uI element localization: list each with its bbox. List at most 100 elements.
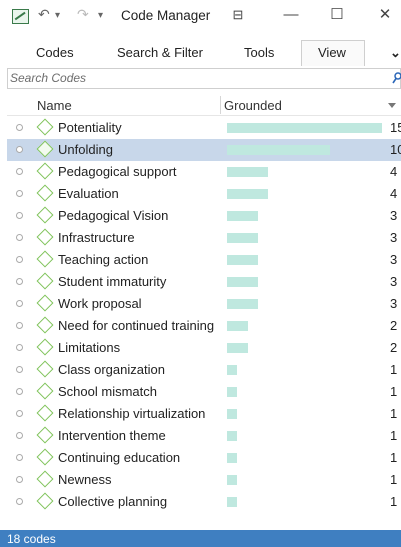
table-row[interactable]: Evaluation 4 bbox=[7, 183, 401, 205]
grounded-count: 1 bbox=[390, 384, 398, 399]
code-diamond-icon bbox=[36, 338, 54, 356]
grounded-bar bbox=[227, 475, 237, 485]
grounded-bar bbox=[227, 321, 248, 331]
row-bullet-icon bbox=[16, 476, 23, 483]
row-bullet-icon bbox=[16, 146, 23, 153]
code-diamond-icon bbox=[36, 448, 54, 466]
tab-codes[interactable]: Codes bbox=[36, 43, 74, 63]
code-diamond-icon bbox=[36, 316, 54, 334]
more-tabs-icon[interactable]: ⌄ bbox=[390, 43, 401, 63]
table-row[interactable]: Need for continued training 2 bbox=[7, 315, 401, 337]
code-diamond-icon bbox=[36, 404, 54, 422]
table-row[interactable]: Work proposal 3 bbox=[7, 293, 401, 315]
undo-icon[interactable]: ↶ bbox=[38, 6, 50, 22]
tab-tools[interactable]: Tools bbox=[244, 43, 274, 63]
code-count: 18 codes bbox=[7, 532, 56, 546]
grounded-bar bbox=[227, 255, 258, 265]
table-row[interactable]: Pedagogical support 4 bbox=[7, 161, 401, 183]
search-icon[interactable] bbox=[392, 72, 401, 85]
code-name: Potentiality bbox=[58, 120, 122, 135]
grounded-count: 1 bbox=[390, 472, 398, 487]
table-row[interactable]: Newness 1 bbox=[7, 469, 401, 491]
grounded-bar bbox=[227, 387, 237, 397]
table-row[interactable]: Relationship virtualization 1 bbox=[7, 403, 401, 425]
close-button[interactable]: ✕ bbox=[374, 4, 396, 26]
pin-icon[interactable]: ⊟ bbox=[227, 4, 249, 26]
grounded-bar bbox=[227, 123, 382, 133]
row-bullet-icon bbox=[16, 322, 23, 329]
row-bullet-icon bbox=[16, 278, 23, 285]
grounded-count: 10 bbox=[390, 142, 401, 157]
table-row[interactable]: Intervention theme 1 bbox=[7, 425, 401, 447]
code-name: Work proposal bbox=[58, 296, 142, 311]
row-bullet-icon bbox=[16, 410, 23, 417]
code-name: Student immaturity bbox=[58, 274, 167, 289]
grounded-bar bbox=[227, 277, 258, 287]
window-title: Code Manager bbox=[121, 8, 211, 23]
title-bar: ↶ ▾ ↷ ▾ Code Manager ⊟ — ☐ ✕ bbox=[0, 0, 401, 30]
customize-toolbar-icon[interactable]: ▾ bbox=[98, 8, 103, 24]
maximize-button[interactable]: ☐ bbox=[326, 4, 348, 26]
grounded-bar bbox=[227, 365, 237, 375]
grounded-count: 3 bbox=[390, 274, 398, 289]
grounded-bar bbox=[227, 299, 258, 309]
grounded-count: 3 bbox=[390, 252, 398, 267]
table-row[interactable]: Potentiality 15 bbox=[7, 117, 401, 139]
tab-view[interactable]: View bbox=[318, 43, 346, 63]
code-name: Limitations bbox=[58, 340, 121, 355]
row-bullet-icon bbox=[16, 234, 23, 241]
table-row[interactable]: School mismatch 1 bbox=[7, 381, 401, 403]
grounded-count: 2 bbox=[390, 318, 398, 333]
undo-dropdown-icon[interactable]: ▾ bbox=[55, 8, 60, 24]
sort-descending-icon[interactable] bbox=[388, 103, 396, 108]
grounded-bar bbox=[227, 409, 237, 419]
grounded-bar bbox=[227, 211, 258, 221]
table-row[interactable]: Unfolding 10 bbox=[7, 139, 401, 161]
search-codes-field[interactable]: Search Codes bbox=[7, 68, 401, 89]
code-name: Evaluation bbox=[58, 186, 119, 201]
row-bullet-icon bbox=[16, 256, 23, 263]
row-bullet-icon bbox=[16, 388, 23, 395]
table-row[interactable]: Continuing education 1 bbox=[7, 447, 401, 469]
minimize-button[interactable]: — bbox=[280, 4, 302, 26]
column-header-grounded[interactable]: Grounded bbox=[224, 98, 282, 113]
table-row[interactable]: Class organization 1 bbox=[7, 359, 401, 381]
search-input[interactable]: Search Codes bbox=[10, 71, 86, 85]
row-bullet-icon bbox=[16, 124, 23, 131]
table-row[interactable]: Teaching action 3 bbox=[7, 249, 401, 271]
grounded-count: 1 bbox=[390, 494, 398, 509]
table-row[interactable]: Limitations 2 bbox=[7, 337, 401, 359]
table-row[interactable]: Student immaturity 3 bbox=[7, 271, 401, 293]
row-bullet-icon bbox=[16, 366, 23, 373]
app-icon bbox=[12, 9, 29, 24]
tab-search-filter[interactable]: Search & Filter bbox=[117, 43, 203, 63]
code-diamond-icon bbox=[36, 470, 54, 488]
grounded-count: 3 bbox=[390, 208, 398, 223]
column-divider[interactable] bbox=[220, 96, 221, 114]
code-diamond-icon bbox=[36, 228, 54, 246]
table-row[interactable]: Pedagogical Vision 3 bbox=[7, 205, 401, 227]
table-row[interactable]: Collective planning 1 bbox=[7, 491, 401, 513]
grounded-count: 4 bbox=[390, 186, 398, 201]
grounded-count: 15 bbox=[390, 120, 401, 135]
code-diamond-icon bbox=[36, 140, 54, 158]
redo-icon[interactable]: ↷ bbox=[77, 6, 89, 22]
code-name: Intervention theme bbox=[58, 428, 166, 443]
grounded-count: 1 bbox=[390, 450, 398, 465]
column-header-name[interactable]: Name bbox=[37, 98, 72, 113]
code-name: Unfolding bbox=[58, 142, 113, 157]
code-diamond-icon bbox=[36, 162, 54, 180]
code-diamond-icon bbox=[36, 118, 54, 136]
grounded-bar bbox=[227, 343, 248, 353]
row-bullet-icon bbox=[16, 212, 23, 219]
code-name: Need for continued training bbox=[58, 318, 215, 333]
code-diamond-icon bbox=[36, 426, 54, 444]
grounded-count: 1 bbox=[390, 406, 398, 421]
code-diamond-icon bbox=[36, 272, 54, 290]
grounded-bar bbox=[227, 167, 268, 177]
grounded-bar bbox=[227, 497, 237, 507]
code-diamond-icon bbox=[36, 250, 54, 268]
grounded-count: 2 bbox=[390, 340, 398, 355]
status-bar: 18 codes bbox=[0, 530, 401, 547]
table-row[interactable]: Infrastructure 3 bbox=[7, 227, 401, 249]
